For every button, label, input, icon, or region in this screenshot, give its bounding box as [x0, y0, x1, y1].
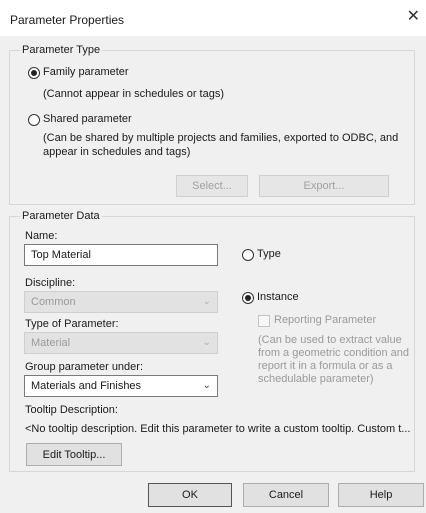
reporting-note-line2: from a geometric condition and: [258, 347, 410, 359]
group-parameter-value: Materials and Finishes: [31, 380, 142, 392]
type-radio[interactable]: [242, 249, 254, 261]
name-input[interactable]: Top Material: [24, 244, 218, 266]
type-of-parameter-value: Material: [31, 337, 71, 349]
ok-button[interactable]: OK: [148, 483, 232, 507]
title-bar: Parameter Properties ✕: [0, 0, 426, 36]
family-parameter-radio[interactable]: [28, 67, 40, 79]
type-label[interactable]: Type: [257, 248, 281, 260]
shared-parameter-note-line1: (Can be shared by multiple projects and …: [43, 132, 399, 144]
parameter-data-legend: Parameter Data: [20, 210, 102, 222]
reporting-parameter-label[interactable]: Reporting Parameter: [274, 314, 376, 326]
shared-parameter-note-line2: appear in schedules and tags): [43, 146, 191, 158]
dialog-title: Parameter Properties: [10, 13, 125, 27]
group-parameter-label: Group parameter under:: [25, 361, 144, 373]
export-button[interactable]: Export...: [259, 175, 389, 197]
parameter-properties-dialog: Parameter Properties ✕ Parameter Type Fa…: [0, 0, 426, 513]
discipline-select[interactable]: Common ⌄: [24, 291, 218, 313]
group-parameter-select[interactable]: Materials and Finishes ⌄: [24, 375, 218, 397]
type-of-parameter-select[interactable]: Material ⌄: [24, 332, 218, 354]
family-parameter-note: (Cannot appear in schedules or tags): [43, 88, 224, 100]
help-button[interactable]: Help: [338, 483, 424, 507]
chevron-down-icon: ⌄: [202, 337, 211, 348]
edit-tooltip-button[interactable]: Edit Tooltip...: [26, 443, 122, 466]
parameter-type-legend: Parameter Type: [20, 44, 103, 56]
shared-parameter-label[interactable]: Shared parameter: [43, 113, 132, 125]
reporting-note-line3: report it in a formula or as a: [258, 360, 393, 372]
parameter-type-group: Parameter Type Family parameter (Cannot …: [9, 44, 415, 205]
reporting-parameter-checkbox[interactable]: [258, 315, 270, 327]
chevron-down-icon: ⌄: [202, 380, 211, 391]
instance-radio[interactable]: [242, 292, 254, 304]
tooltip-description-text: <No tooltip description. Edit this param…: [25, 423, 411, 435]
reporting-note-line4: schedulable parameter): [258, 373, 374, 385]
reporting-note-line1: (Can be used to extract value: [258, 334, 402, 346]
cancel-button[interactable]: Cancel: [243, 483, 329, 507]
shared-parameter-radio[interactable]: [28, 114, 40, 126]
select-button[interactable]: Select...: [176, 175, 248, 197]
chevron-down-icon: ⌄: [202, 296, 211, 307]
name-label: Name:: [25, 230, 58, 242]
close-icon[interactable]: ✕: [407, 9, 420, 25]
type-of-parameter-label: Type of Parameter:: [25, 318, 119, 330]
discipline-value: Common: [31, 296, 76, 308]
discipline-label: Discipline:: [25, 277, 76, 289]
tooltip-description-label: Tooltip Description:: [25, 404, 118, 416]
instance-label[interactable]: Instance: [257, 291, 299, 303]
family-parameter-label[interactable]: Family parameter: [43, 66, 129, 78]
